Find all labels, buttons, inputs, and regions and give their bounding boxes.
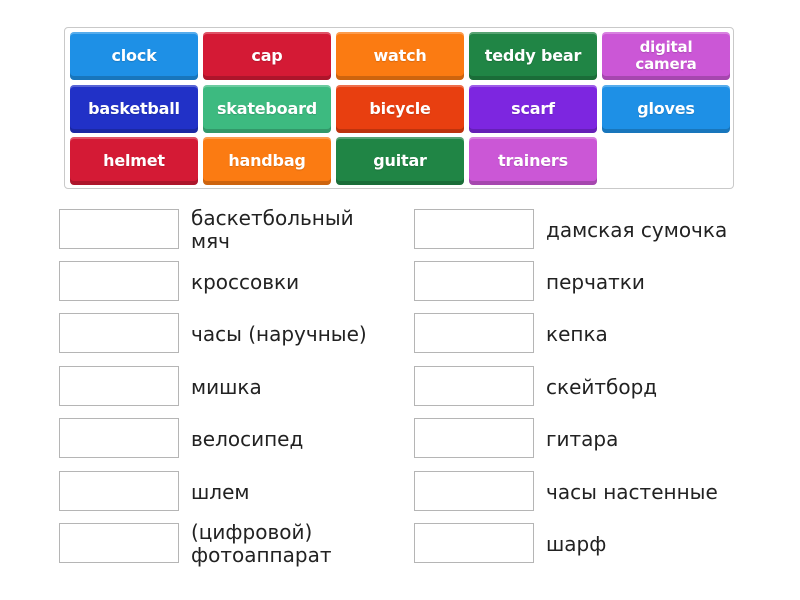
drop-slot[interactable] xyxy=(59,523,179,563)
drop-slot[interactable] xyxy=(59,261,179,301)
tile-basketball[interactable]: basketball xyxy=(70,85,198,133)
match-label: перчатки xyxy=(546,269,645,294)
tile-cap[interactable]: cap xyxy=(203,32,331,80)
tile-handbag[interactable]: handbag xyxy=(203,137,331,185)
drop-slot[interactable] xyxy=(414,523,534,563)
drop-slot[interactable] xyxy=(414,471,534,511)
drop-slot[interactable] xyxy=(59,313,179,353)
drop-slot[interactable] xyxy=(414,313,534,353)
drop-slot[interactable] xyxy=(59,366,179,406)
tile-guitar[interactable]: guitar xyxy=(336,137,464,185)
drop-slot[interactable] xyxy=(59,209,179,249)
drop-slot[interactable] xyxy=(414,418,534,458)
match-label: кроссовки xyxy=(191,269,300,294)
tile-helmet[interactable]: helmet xyxy=(70,137,198,185)
match-label: кепка xyxy=(546,321,608,346)
drop-slot[interactable] xyxy=(414,261,534,301)
tile-watch[interactable]: watch xyxy=(336,32,464,80)
drop-slot[interactable] xyxy=(414,209,534,249)
match-label: дамская сумочка xyxy=(546,217,728,242)
match-label: мишка xyxy=(191,374,262,399)
tile-gloves[interactable]: gloves xyxy=(602,85,730,133)
match-label: часы настенные xyxy=(546,479,718,504)
tile-scarf[interactable]: scarf xyxy=(469,85,597,133)
match-label: гитара xyxy=(546,426,619,451)
drop-slot[interactable] xyxy=(59,418,179,458)
word-bank: clock cap watch teddy bear digital camer… xyxy=(64,27,734,189)
tile-bicycle[interactable]: bicycle xyxy=(336,85,464,133)
tile-skateboard[interactable]: skateboard xyxy=(203,85,331,133)
match-label: велосипед xyxy=(191,426,304,451)
drop-slot[interactable] xyxy=(414,366,534,406)
tile-trainers[interactable]: trainers xyxy=(469,137,597,185)
match-label: шлем xyxy=(191,479,250,504)
match-label: скейтборд xyxy=(546,374,658,399)
match-label: часы (наручные) xyxy=(191,321,367,346)
drop-slot[interactable] xyxy=(59,471,179,511)
tile-clock[interactable]: clock xyxy=(70,32,198,80)
match-label: (цифровой) фотоаппарат xyxy=(191,520,332,567)
tile-teddy-bear[interactable]: teddy bear xyxy=(469,32,597,80)
match-label: баскетбольный мяч xyxy=(191,206,354,253)
tile-digital-camera[interactable]: digital camera xyxy=(602,32,730,80)
match-label: шарф xyxy=(546,531,607,556)
